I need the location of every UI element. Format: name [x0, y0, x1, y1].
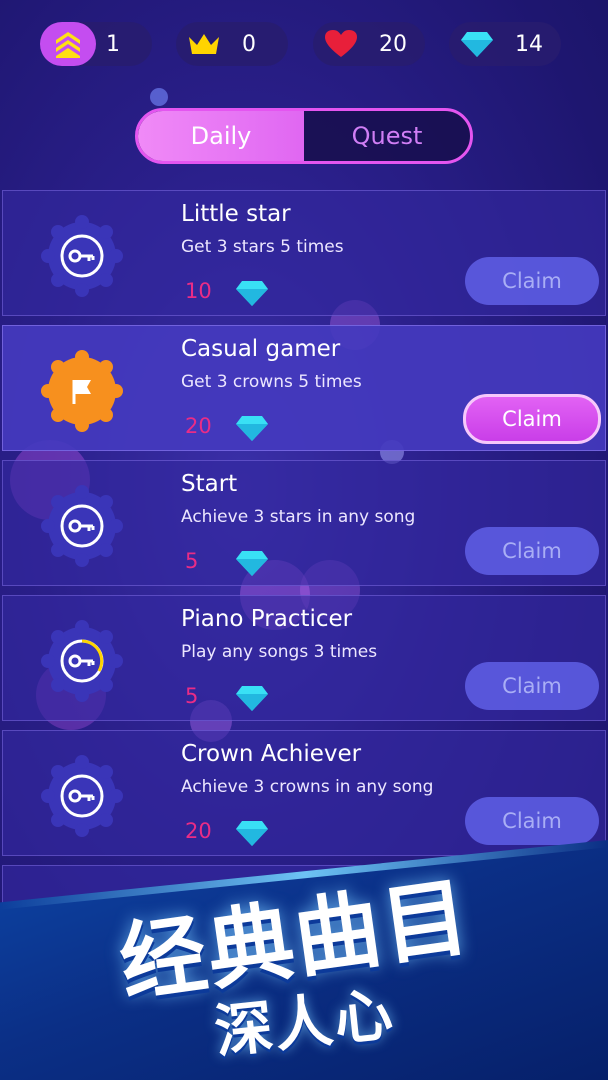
lives-counter: 20: [313, 22, 425, 66]
diamond-icon: [449, 22, 505, 66]
tab-quest[interactable]: Quest: [304, 111, 470, 161]
quest-title: Piano Practicer: [181, 606, 353, 632]
quest-reward: 5: [185, 684, 199, 708]
quest-reward: 10: [185, 279, 212, 303]
quest-title: Start: [181, 471, 238, 497]
quest-card-start: Start Achieve 3 stars in any song 5 Clai…: [2, 460, 606, 586]
quest-description: Get 3 crowns 5 times: [181, 372, 362, 392]
quest-description: Achieve 3 crowns in any song: [181, 777, 434, 797]
level-counter: 1: [40, 22, 152, 66]
heart-icon: [313, 22, 369, 66]
claim-button[interactable]: Claim: [465, 257, 599, 305]
diamond-icon: [236, 281, 268, 306]
quest-card-piano-practicer: Piano Practicer Play any songs 3 times 5…: [2, 595, 606, 721]
quest-card-crown-achiever: Crown Achiever Achieve 3 crowns in any s…: [2, 730, 606, 856]
quest-card-little-star: Little star Get 3 stars 5 times 10 Claim: [2, 190, 606, 316]
key-badge-icon: [41, 215, 123, 297]
quest-title: Little star: [181, 201, 291, 227]
key-badge-icon: [41, 755, 123, 837]
quest-card-casual-gamer: Casual gamer Get 3 crowns 5 times 20 Cla…: [2, 325, 606, 451]
level-value: 1: [106, 31, 120, 57]
claim-button[interactable]: Claim: [465, 797, 599, 845]
claim-button[interactable]: Claim: [465, 662, 599, 710]
quest-title: Crown Achiever: [181, 741, 362, 767]
quest-title: Casual gamer: [181, 336, 341, 362]
quest-description: Play any songs 3 times: [181, 642, 378, 662]
quest-description: Get 3 stars 5 times: [181, 237, 344, 257]
diamond-icon: [236, 686, 268, 711]
flag-badge-icon: [41, 350, 123, 432]
diamond-icon: [236, 821, 268, 846]
crown-value: 0: [242, 31, 256, 57]
key-badge-icon: [41, 485, 123, 567]
tab-bar: Daily Quest: [135, 108, 473, 164]
quest-reward: 20: [185, 414, 212, 438]
lives-value: 20: [379, 31, 407, 57]
claim-button[interactable]: Claim: [463, 394, 601, 444]
diamond-icon: [236, 551, 268, 576]
crown-counter: 0: [176, 22, 288, 66]
key-badge-icon: [41, 620, 123, 702]
quest-reward: 5: [185, 549, 199, 573]
crown-icon: [176, 22, 232, 66]
gem-value: 14: [515, 31, 543, 57]
claim-button[interactable]: Claim: [465, 527, 599, 575]
quest-description: Achieve 3 stars in any song: [181, 507, 416, 527]
gem-counter: 14: [449, 22, 561, 66]
tab-daily[interactable]: Daily: [138, 111, 304, 161]
quest-reward: 20: [185, 819, 212, 843]
rank-chevrons-icon: [40, 22, 96, 66]
diamond-icon: [236, 416, 268, 441]
